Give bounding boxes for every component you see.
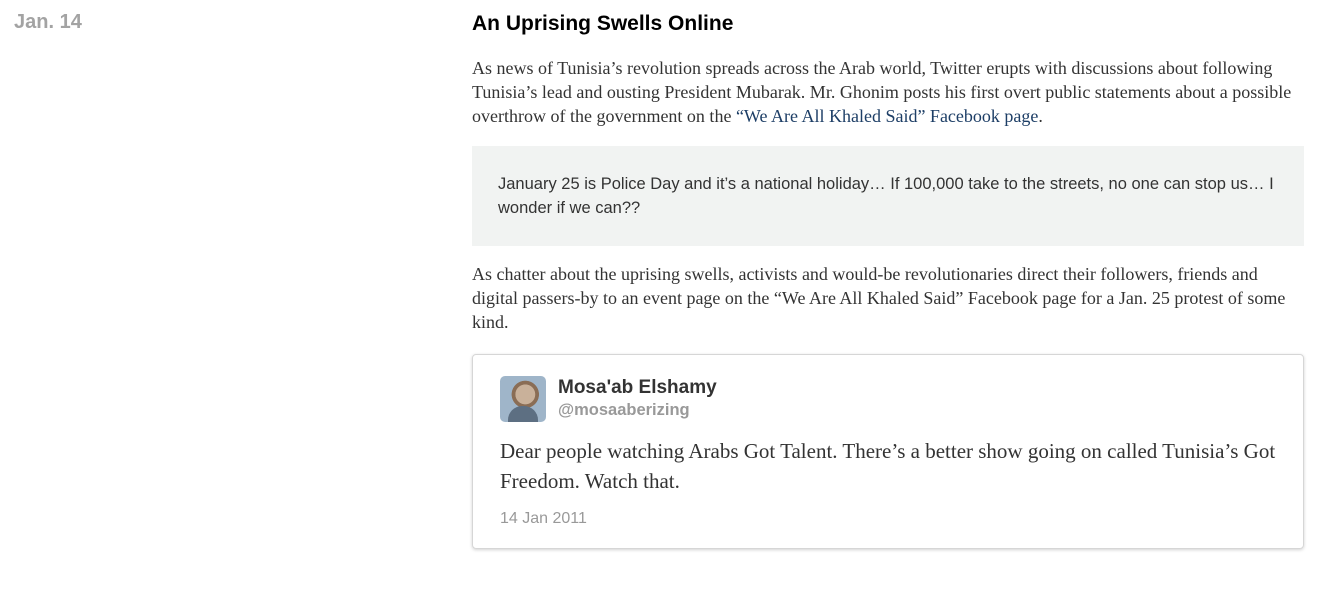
- paragraph-text-end: .: [1038, 106, 1043, 126]
- timeline-entry: An Uprising Swells Online As news of Tun…: [472, 10, 1304, 549]
- tweet-author-handle[interactable]: @mosaaberizing: [558, 399, 717, 421]
- tweet-author: Mosa'ab Elshamy @mosaaberizing: [558, 377, 717, 421]
- facebook-page-link[interactable]: “We Are All Khaled Said” Facebook page: [736, 106, 1038, 126]
- blockquote: January 25 is Police Day and it’s a nati…: [472, 146, 1304, 246]
- tweet-date[interactable]: 14 Jan 2011: [500, 510, 1277, 528]
- entry-headline: An Uprising Swells Online: [472, 12, 734, 35]
- tweet-author-name[interactable]: Mosa'ab Elshamy: [558, 377, 717, 399]
- entry-paragraph-1: As news of Tunisia’s revolution spreads …: [472, 56, 1304, 128]
- entry-paragraph-2: As chatter about the uprising swells, ac…: [472, 264, 1286, 332]
- avatar[interactable]: [500, 376, 546, 422]
- embedded-tweet[interactable]: Mosa'ab Elshamy @mosaaberizing Dear peop…: [472, 354, 1304, 549]
- tweet-header: Mosa'ab Elshamy @mosaaberizing: [500, 376, 1277, 422]
- tweet-text: Dear people watching Arabs Got Talent. T…: [500, 439, 1276, 493]
- timeline-date: Jan. 14: [14, 11, 82, 33]
